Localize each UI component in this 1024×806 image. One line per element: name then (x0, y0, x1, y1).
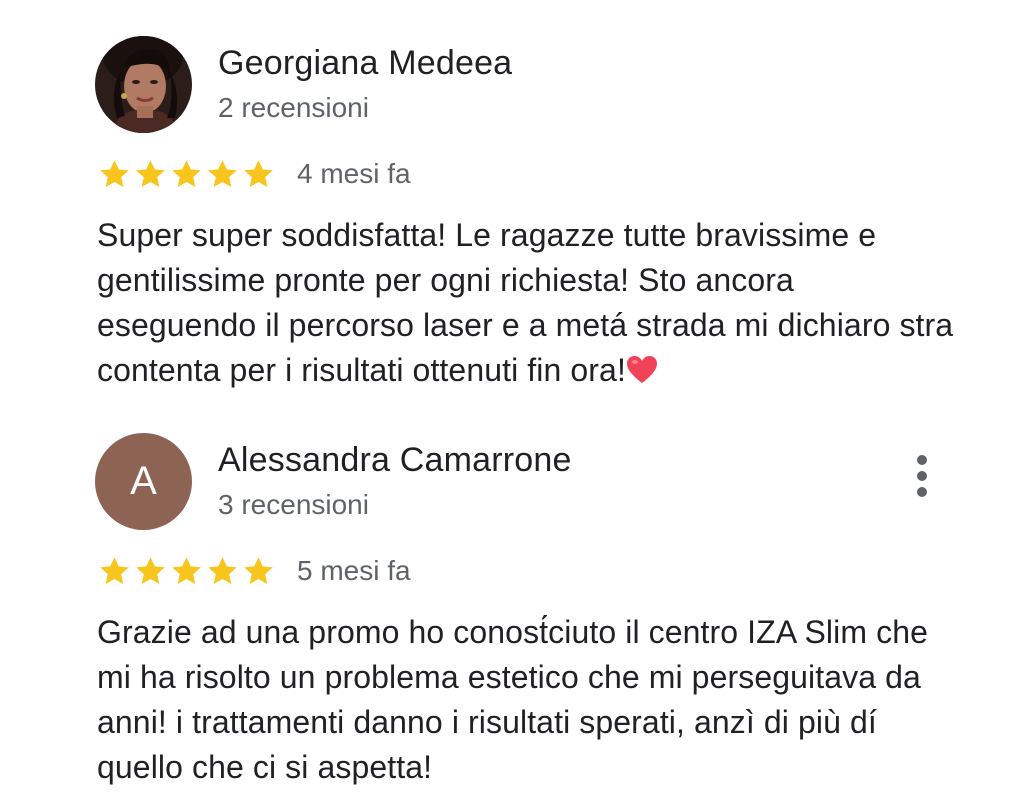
author-name[interactable]: Alessandra Camarrone (218, 441, 572, 480)
more-options-button[interactable] (910, 455, 934, 499)
star-icon (133, 554, 168, 589)
more-vert-icon (917, 455, 927, 465)
star-icon (169, 554, 204, 589)
author-review-count: 3 recensioni (218, 489, 369, 520)
star-rating: 5 mesi fa (97, 553, 411, 589)
avatar[interactable]: A (95, 433, 192, 530)
star-icon (205, 157, 240, 192)
author-review-count: 2 recensioni (218, 92, 369, 123)
avatar[interactable] (95, 36, 192, 133)
avatar-letter: A (130, 459, 157, 503)
star-rating: 4 mesi fa (97, 156, 411, 192)
star-icon (241, 554, 276, 589)
star-icon (97, 157, 132, 192)
star-icon (169, 157, 204, 192)
star-icon (205, 554, 240, 589)
star-icon (241, 157, 276, 192)
star-icon (133, 157, 168, 192)
review-date: 4 mesi fa (297, 158, 411, 189)
review-card: A Alessandra Camarrone 3 recensioni 5 me… (0, 400, 1024, 806)
review-date: 5 mesi fa (297, 555, 411, 586)
review-body: Grazie ad una promo ho conost́ciuto il c… (97, 614, 928, 785)
review-body: Super super soddisfatta! Le ragazze tutt… (97, 217, 954, 388)
review-card: Georgiana Medeea 2 recensioni 4 mesi fa … (0, 0, 1024, 400)
profile-photo (95, 36, 192, 133)
review-text[interactable]: Grazie ad una promo ho conost́ciuto il c… (97, 610, 957, 790)
author-name[interactable]: Georgiana Medeea (218, 44, 512, 83)
star-icon (97, 554, 132, 589)
review-text[interactable]: Super super soddisfatta! Le ragazze tutt… (97, 213, 957, 393)
heart-icon (626, 355, 658, 385)
